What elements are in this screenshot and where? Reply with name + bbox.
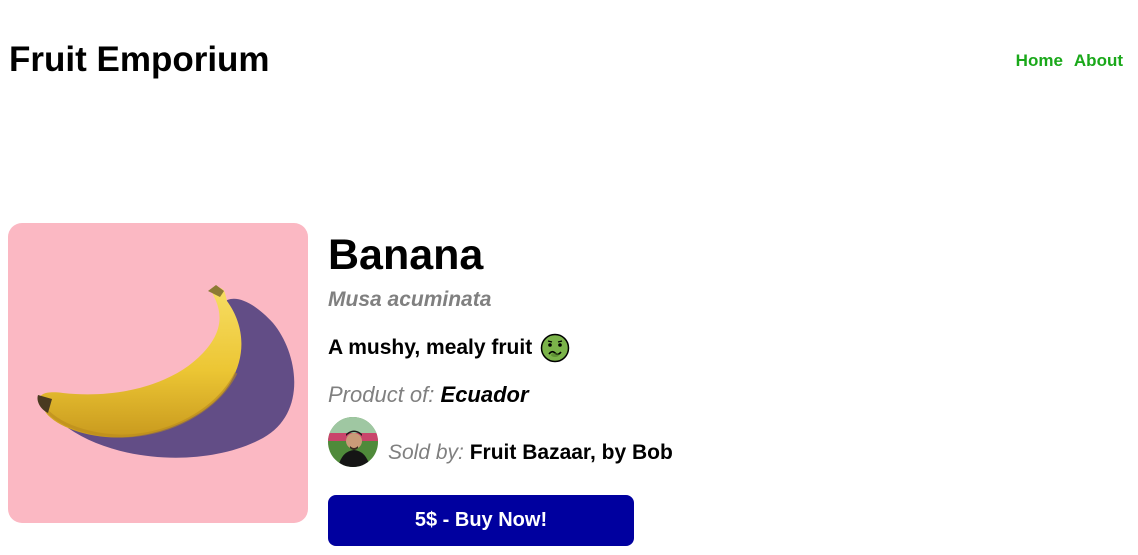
nav-link-home[interactable]: Home [1016, 50, 1063, 72]
product-name: Banana [328, 231, 484, 279]
seller-label: Sold by: [388, 441, 464, 464]
seller-text: Sold by: Fruit Bazaar, by Bob [388, 439, 673, 467]
description-text: A mushy, mealy fruit [328, 336, 533, 359]
seller-info: Sold by: Fruit Bazaar, by Bob [328, 415, 673, 467]
product-info: Banana Musa acuminata A mushy, mealy fru… [328, 223, 1028, 553]
site-header: Fruit Emporium Home About [0, 0, 1138, 120]
origin-label: Product of: [328, 382, 435, 407]
nauseated-face-icon [540, 333, 570, 363]
product-card: Banana Musa acuminata A mushy, mealy fru… [8, 223, 1128, 553]
scientific-name: Musa acuminata [328, 288, 492, 311]
seller-avatar [328, 417, 378, 467]
site-title: Fruit Emporium [9, 40, 270, 79]
banana-image [37, 285, 295, 458]
main-nav: Home About [1016, 50, 1123, 72]
product-description: A mushy, mealy fruit [328, 333, 570, 363]
seller-name: Fruit Bazaar, by Bob [469, 441, 673, 464]
origin-value: Ecuador [440, 382, 529, 407]
product-origin: Product of: Ecuador [328, 380, 529, 410]
nav-link-about[interactable]: About [1074, 50, 1123, 72]
buy-now-button[interactable]: 5$ - Buy Now! [328, 495, 634, 546]
product-image [8, 223, 308, 523]
